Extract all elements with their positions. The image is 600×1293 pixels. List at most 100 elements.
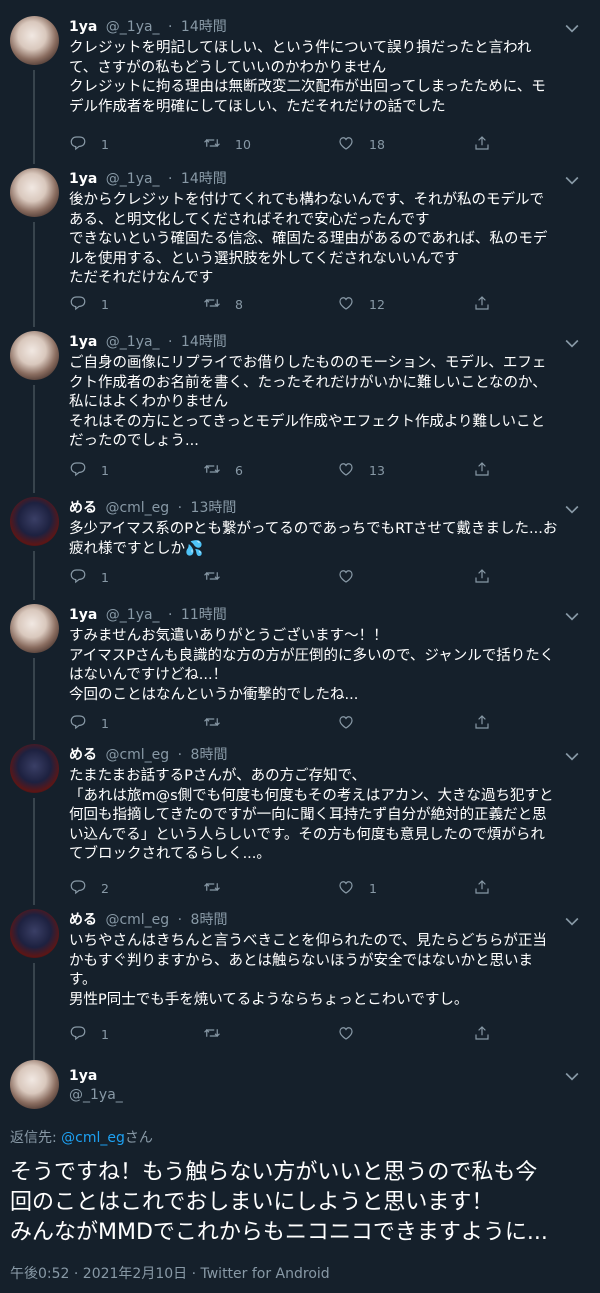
- share-button[interactable]: [473, 460, 491, 481]
- avatar-meru[interactable]: [10, 497, 59, 546]
- like-button[interactable]: 12: [337, 294, 385, 315]
- chevron-down-icon[interactable]: [562, 499, 582, 519]
- tweet-text: たまたまお話するPさんが、あの方ご存知で、 「あれは旅m@s側でも何度も何度もそ…: [69, 768, 554, 862]
- tweet-time[interactable]: 8時間: [191, 912, 228, 928]
- tweet-time[interactable]: 14時間: [181, 171, 227, 187]
- chevron-down-icon[interactable]: [562, 746, 582, 766]
- author-handle[interactable]: @_1ya_: [106, 171, 160, 187]
- like-button[interactable]: [337, 1024, 369, 1045]
- avatar-1ya[interactable]: [10, 16, 59, 65]
- dot-separator: ·: [177, 500, 183, 516]
- reply-tweet[interactable]: 1ya @_1ya_ · 14時間 ご自身の画像にリプライでお借りしたもののモー…: [0, 315, 600, 493]
- main-author-name[interactable]: 1ya: [69, 1068, 97, 1084]
- chevron-down-icon[interactable]: [562, 18, 582, 38]
- reply-button[interactable]: 1: [69, 1024, 109, 1045]
- thread-line: [33, 385, 35, 493]
- tweet-time[interactable]: 14時間: [181, 334, 227, 350]
- share-button[interactable]: [473, 567, 491, 588]
- author-handle[interactable]: @_1ya_: [106, 607, 160, 623]
- author-name[interactable]: める: [69, 912, 97, 928]
- reply-to-user-link[interactable]: @cml_eg: [61, 1130, 125, 1146]
- reply-tweet[interactable]: める @cml_eg · 8時間 たまたまお話するPさんが、あの方ご存知で、 「…: [0, 728, 600, 905]
- reply-tweet[interactable]: める @cml_eg · 8時間 いちやさんはきちんと言うべきことを仰られたので…: [0, 893, 600, 1065]
- dot-separator: ·: [168, 334, 173, 350]
- tweet-header: める @cml_eg · 8時間: [69, 911, 227, 929]
- reply-tweet[interactable]: 1ya @_1ya_ · 11時間 すみませんお気遣いありがとうございます～！！…: [0, 588, 600, 740]
- reply-button[interactable]: 1: [69, 294, 109, 315]
- reply-button[interactable]: 1: [69, 567, 109, 588]
- avatar-1ya[interactable]: [10, 331, 59, 380]
- avatar-1ya[interactable]: [10, 1060, 59, 1109]
- retweet-icon: [203, 294, 221, 315]
- thread-line: [33, 798, 35, 905]
- main-tweet-text: そうですね！もう触らない方がいいと思うので私も今 回のことはこれでおしまいにしよ…: [10, 1160, 548, 1245]
- share-button[interactable]: [473, 1024, 491, 1045]
- reply-count: 1: [101, 570, 109, 585]
- chevron-down-icon[interactable]: [562, 606, 582, 626]
- tweet-header: める @cml_eg · 8時間: [69, 746, 227, 764]
- tweet-actions: 1 8 12: [69, 294, 509, 314]
- tweet-time[interactable]: 8時間: [191, 747, 228, 763]
- tweet-actions: 1: [69, 567, 509, 587]
- share-button[interactable]: [473, 294, 491, 315]
- retweet-button[interactable]: 8: [203, 294, 243, 315]
- chevron-down-icon[interactable]: [562, 333, 582, 353]
- retweet-button[interactable]: [203, 1024, 235, 1045]
- author-name[interactable]: 1ya: [69, 19, 97, 35]
- reply-count: 1: [101, 137, 109, 152]
- tweet-text: すみませんお気遣いありがとうございます～！！ アイマスPさんも良識的な方の方が圧…: [69, 628, 555, 703]
- author-name[interactable]: 1ya: [69, 607, 97, 623]
- author-handle[interactable]: @_1ya_: [106, 19, 160, 35]
- avatar-meru[interactable]: [10, 909, 59, 958]
- reply-icon: [69, 460, 87, 481]
- like-button[interactable]: 13: [337, 460, 385, 481]
- chevron-down-icon[interactable]: [562, 170, 582, 190]
- tweet-time[interactable]: 13時間: [191, 500, 237, 516]
- main-tweet-timestamp[interactable]: 午後0:52 · 2021年2月10日 · Twitter for Androi…: [10, 1263, 330, 1283]
- retweet-count: 6: [235, 463, 243, 478]
- author-name[interactable]: 1ya: [69, 334, 97, 350]
- dot-separator: ·: [177, 912, 183, 928]
- like-button[interactable]: [337, 567, 369, 588]
- author-handle[interactable]: @cml_eg: [105, 747, 169, 763]
- retweet-count: 10: [235, 137, 251, 152]
- tweet-header: 1ya @_1ya_ · 14時間: [69, 170, 227, 188]
- chevron-down-icon[interactable]: [562, 1066, 582, 1086]
- tweet-text: 後からクレジットを付けてくれても構わないんです、それが私のモデルで ある、と明文…: [69, 192, 548, 286]
- reply-tweet[interactable]: 1ya @_1ya_ · 14時間 クレジットを明記してほしい、という件について…: [0, 0, 600, 164]
- avatar-meru[interactable]: [10, 744, 59, 793]
- dot-separator: ·: [168, 607, 173, 623]
- author-handle[interactable]: @cml_eg: [105, 500, 169, 516]
- tweet-header: 1ya @_1ya_ · 14時間: [69, 18, 227, 36]
- reply-to-suffix: さん: [124, 1130, 153, 1146]
- tweet-actions: 1 6 13: [69, 460, 509, 480]
- thread-line: [33, 222, 35, 327]
- author-name[interactable]: 1ya: [69, 171, 97, 187]
- avatar-1ya[interactable]: [10, 168, 59, 217]
- author-name[interactable]: める: [69, 500, 97, 516]
- share-icon: [473, 460, 491, 481]
- retweet-button[interactable]: [203, 567, 235, 588]
- reply-icon: [69, 567, 87, 588]
- retweet-icon: [203, 567, 221, 588]
- share-icon: [473, 1024, 491, 1045]
- retweet-icon: [203, 460, 221, 481]
- reply-button[interactable]: 1: [69, 460, 109, 481]
- tweet-time[interactable]: 14時間: [181, 19, 227, 35]
- tweet-time[interactable]: 11時間: [181, 607, 227, 623]
- retweet-button[interactable]: 6: [203, 460, 243, 481]
- reply-tweet[interactable]: 1ya @_1ya_ · 14時間 後からクレジットを付けてくれても構わないんで…: [0, 152, 600, 327]
- reply-tweet[interactable]: める @cml_eg · 13時間 多少アイマス系のPとも繋がってるのであっちで…: [0, 481, 600, 600]
- main-author-handle[interactable]: @_1ya_: [69, 1087, 123, 1103]
- author-handle[interactable]: @_1ya_: [106, 334, 160, 350]
- thread-line: [33, 963, 35, 1065]
- heart-icon: [337, 567, 355, 588]
- tweet-actions: 1: [69, 1024, 509, 1044]
- author-name[interactable]: める: [69, 747, 97, 763]
- reply-count: 1: [101, 297, 109, 312]
- chevron-down-icon[interactable]: [562, 911, 582, 931]
- avatar-1ya[interactable]: [10, 604, 59, 653]
- dot-separator: ·: [177, 747, 183, 763]
- thread-line: [33, 70, 35, 164]
- author-handle[interactable]: @cml_eg: [105, 912, 169, 928]
